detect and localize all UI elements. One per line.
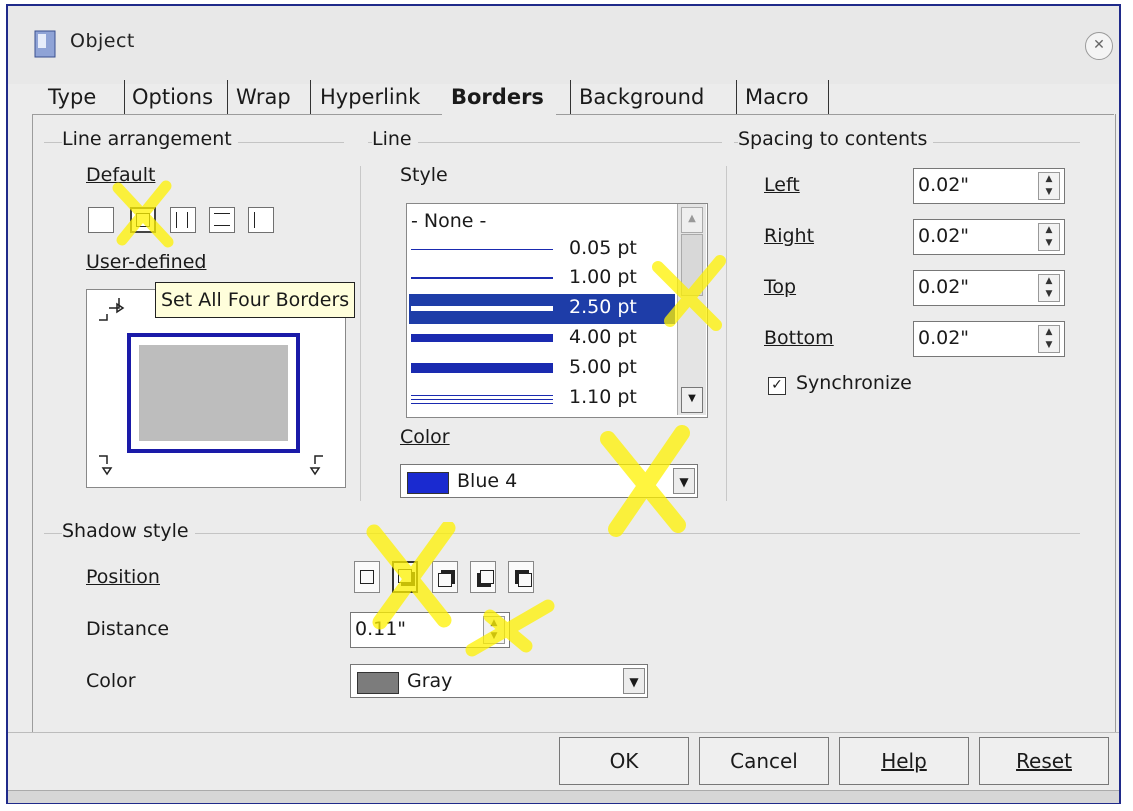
style-item[interactable]: 1.00 pt [409,264,675,294]
spacing-bottom-label: Bottom [764,327,834,349]
shadow-bottom-right-button[interactable] [392,561,418,593]
style-scrollbar[interactable]: ▲ ▼ [677,204,706,415]
shadow-none-button[interactable] [354,561,380,593]
spinner-icon[interactable]: ▲ ▼ [483,616,505,644]
line-arrangement-heading: Line arrangement [62,128,238,150]
tab-borders[interactable]: Borders [451,76,544,118]
shadow-color-dropdown[interactable]: Gray ▼ [350,664,648,698]
tab-background[interactable]: Background [579,76,704,118]
default-label: Default [86,164,156,186]
close-icon[interactable]: ✕ [1085,32,1113,60]
style-item[interactable]: 5.00 pt [409,354,675,384]
spinner-icon[interactable]: ▲ ▼ [1038,325,1060,353]
line-heading: Line [372,128,418,150]
preview-content-area [139,345,288,441]
window-title: Object [70,30,135,52]
spacing-left-field[interactable]: 0.02" ▲ ▼ [913,168,1065,204]
line-color-swatch [407,472,449,494]
style-item[interactable]: 1.10 pt [409,384,675,414]
style-item[interactable]: - None - [409,208,675,238]
shadow-position-label: Position [86,566,160,588]
title-bar: Object ✕ [8,6,1119,84]
chevron-down-icon[interactable]: ▼ [673,468,695,494]
help-button[interactable]: Help [839,737,969,785]
document-icon [34,30,56,58]
shadow-top-right-button[interactable] [432,561,458,593]
synchronize-checkbox[interactable]: ✓ [768,377,786,395]
tab-type[interactable]: Type [48,76,96,118]
spacing-right-label: Right [764,225,815,247]
synchronize-label: Synchronize [796,372,912,394]
style-item-selected[interactable]: 2.50 pt [409,294,675,324]
style-item[interactable]: 4.00 pt [409,324,675,354]
tooltip: Set All Four Borders [155,282,356,318]
preview-border-frame [127,333,300,453]
line-style-list[interactable]: - None - 0.05 pt 1.00 pt 2.50 pt 4.00 pt… [406,203,708,418]
shadow-top-left-button[interactable] [508,561,534,593]
tab-wrap[interactable]: Wrap [236,76,291,118]
user-defined-preview[interactable] [86,289,346,488]
spacing-top-field[interactable]: 0.02" ▲ ▼ [913,270,1065,306]
spacing-left-label: Left [764,174,800,196]
arrangement-left-button[interactable] [248,207,274,233]
line-color-label: Color [400,426,450,448]
tab-hyperlink[interactable]: Hyperlink [320,76,420,118]
spinner-icon[interactable]: ▲ ▼ [1038,274,1060,302]
shadow-color-label: Color [86,670,136,692]
spacing-top-label: Top [764,276,797,298]
ok-button[interactable]: OK [559,737,689,785]
cancel-button[interactable]: Cancel [699,737,829,785]
spinner-icon[interactable]: ▲ ▼ [1038,172,1060,200]
spacing-right-field[interactable]: 0.02" ▲ ▼ [913,219,1065,255]
arrangement-none-button[interactable] [88,207,114,233]
chevron-down-icon[interactable]: ▼ [623,668,645,694]
user-defined-label: User-defined [86,251,207,273]
arrangement-all-borders-button[interactable] [130,207,156,233]
reset-button[interactable]: Reset [979,737,1109,785]
arrangement-left-right-button[interactable] [170,207,196,233]
spinner-icon[interactable]: ▲ ▼ [1038,223,1060,251]
spacing-heading: Spacing to contents [738,128,934,150]
tab-macro[interactable]: Macro [745,76,809,118]
arrangement-top-bottom-button[interactable] [209,207,235,233]
shadow-color-value: Gray [407,670,453,692]
shadow-color-swatch [357,672,399,694]
spacing-bottom-field[interactable]: 0.02" ▲ ▼ [913,321,1065,357]
object-dialog: Object ✕ Type Options Wrap Hyperlink Bor… [6,4,1121,804]
tab-options[interactable]: Options [132,76,213,118]
style-label: Style [400,164,448,186]
line-color-dropdown[interactable]: Blue 4 ▼ [400,464,698,498]
shadow-bottom-left-button[interactable] [470,561,496,593]
shadow-distance-label: Distance [86,618,170,640]
line-color-value: Blue 4 [457,470,518,492]
shadow-heading: Shadow style [62,520,195,542]
style-item[interactable]: 0.05 pt [409,235,675,265]
shadow-distance-field[interactable]: 0.11" ▲ ▼ [350,612,510,648]
